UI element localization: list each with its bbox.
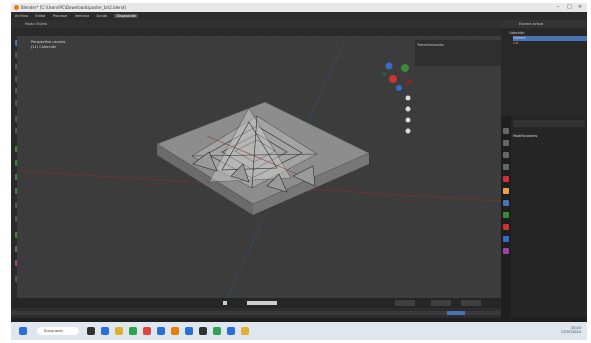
close-icon[interactable]: × <box>578 3 582 12</box>
maximize-icon[interactable]: □ <box>567 3 572 12</box>
menu-procesar[interactable]: Procesar <box>53 14 68 18</box>
edge-icon[interactable] <box>101 327 109 335</box>
store-icon[interactable] <box>129 327 137 335</box>
windows-taskbar: Búsqueda 15:43 17/07/2024 <box>11 322 587 340</box>
app-icon-2[interactable] <box>185 327 193 335</box>
menu-editar[interactable]: Editar <box>35 14 45 18</box>
outliner-header: Escena actual <box>501 20 587 28</box>
outliner-item-light[interactable]: Luz <box>513 41 587 46</box>
taskbar-search[interactable]: Búsqueda <box>37 327 79 335</box>
data-props-icon[interactable] <box>503 236 509 242</box>
menu-archivo[interactable]: Archivo <box>15 14 28 18</box>
taskbar-clock[interactable]: 15:43 17/07/2024 <box>561 326 581 334</box>
scene-props-icon[interactable] <box>503 164 509 170</box>
physics-props-icon[interactable] <box>503 212 509 218</box>
properties-search[interactable] <box>513 120 585 127</box>
constraint-props-icon[interactable] <box>503 224 509 230</box>
app-icon-4[interactable] <box>213 327 221 335</box>
tab-layout[interactable]: Disposición <box>114 14 139 18</box>
clock-date: 17/07/2024 <box>560 330 581 334</box>
outliner-panel: Escena actual Colección Cámara Luz <box>501 20 587 116</box>
properties-item-label: Modificadores <box>513 134 538 138</box>
properties-panel: Modificadores <box>501 116 587 318</box>
app-icon-3[interactable] <box>199 327 207 335</box>
modifier-props-icon[interactable] <box>503 200 509 206</box>
app-icon-1[interactable] <box>157 327 165 335</box>
viewport-canvas <box>17 36 501 298</box>
timeline-ruler[interactable] <box>11 308 501 318</box>
viewport-subheader <box>11 28 501 36</box>
tool-props-icon[interactable] <box>503 128 509 134</box>
top-menubar: Archivo Editar Procesar Ventana Ayuda Di… <box>11 12 587 20</box>
outliner-tree: Colección Cámara Luz <box>501 28 587 46</box>
object-props-icon[interactable] <box>503 188 509 194</box>
playback-controls[interactable] <box>11 298 501 308</box>
photo-frame: Blender* [C:\Users\PC\Downloads\poster_b… <box>0 0 591 343</box>
blender-taskbar-icon[interactable] <box>171 327 179 335</box>
menu-ayuda[interactable]: Ayuda <box>96 14 107 18</box>
minimize-icon[interactable]: – <box>557 3 560 12</box>
start-icon[interactable] <box>19 327 27 335</box>
world-props-icon[interactable] <box>503 176 509 182</box>
chrome-icon[interactable] <box>143 327 151 335</box>
mode-selector[interactable]: Modo Objeto <box>25 22 47 26</box>
render-props-icon[interactable] <box>503 140 509 146</box>
window-titlebar: Blender* [C:\Users\PC\Downloads\poster_b… <box>11 3 587 12</box>
app-icon-5[interactable] <box>227 327 235 335</box>
window-title: Blender* [C:\Users\PC\Downloads\poster_b… <box>21 5 126 10</box>
3d-viewport[interactable]: Perspectiva usuario (11) Colección <box>17 36 501 298</box>
material-props-icon[interactable] <box>503 248 509 254</box>
viewport-header: Modo Objeto <box>11 20 501 28</box>
outliner-title: Escena actual <box>519 22 544 26</box>
sidebar-n-panel: Transformación <box>415 40 501 66</box>
monitor-screen: Blender* [C:\Users\PC\Downloads\poster_b… <box>11 3 587 340</box>
timeline-header <box>11 298 501 308</box>
menu-ventana[interactable]: Ventana <box>75 14 89 18</box>
file-explorer-icon[interactable] <box>115 327 123 335</box>
properties-tabs <box>501 116 511 318</box>
blender-logo-icon <box>14 5 19 10</box>
app-icon-6[interactable] <box>241 327 249 335</box>
transform-panel-title: Transformación <box>417 43 444 47</box>
output-props-icon[interactable] <box>503 152 509 158</box>
task-view-icon[interactable] <box>87 327 95 335</box>
